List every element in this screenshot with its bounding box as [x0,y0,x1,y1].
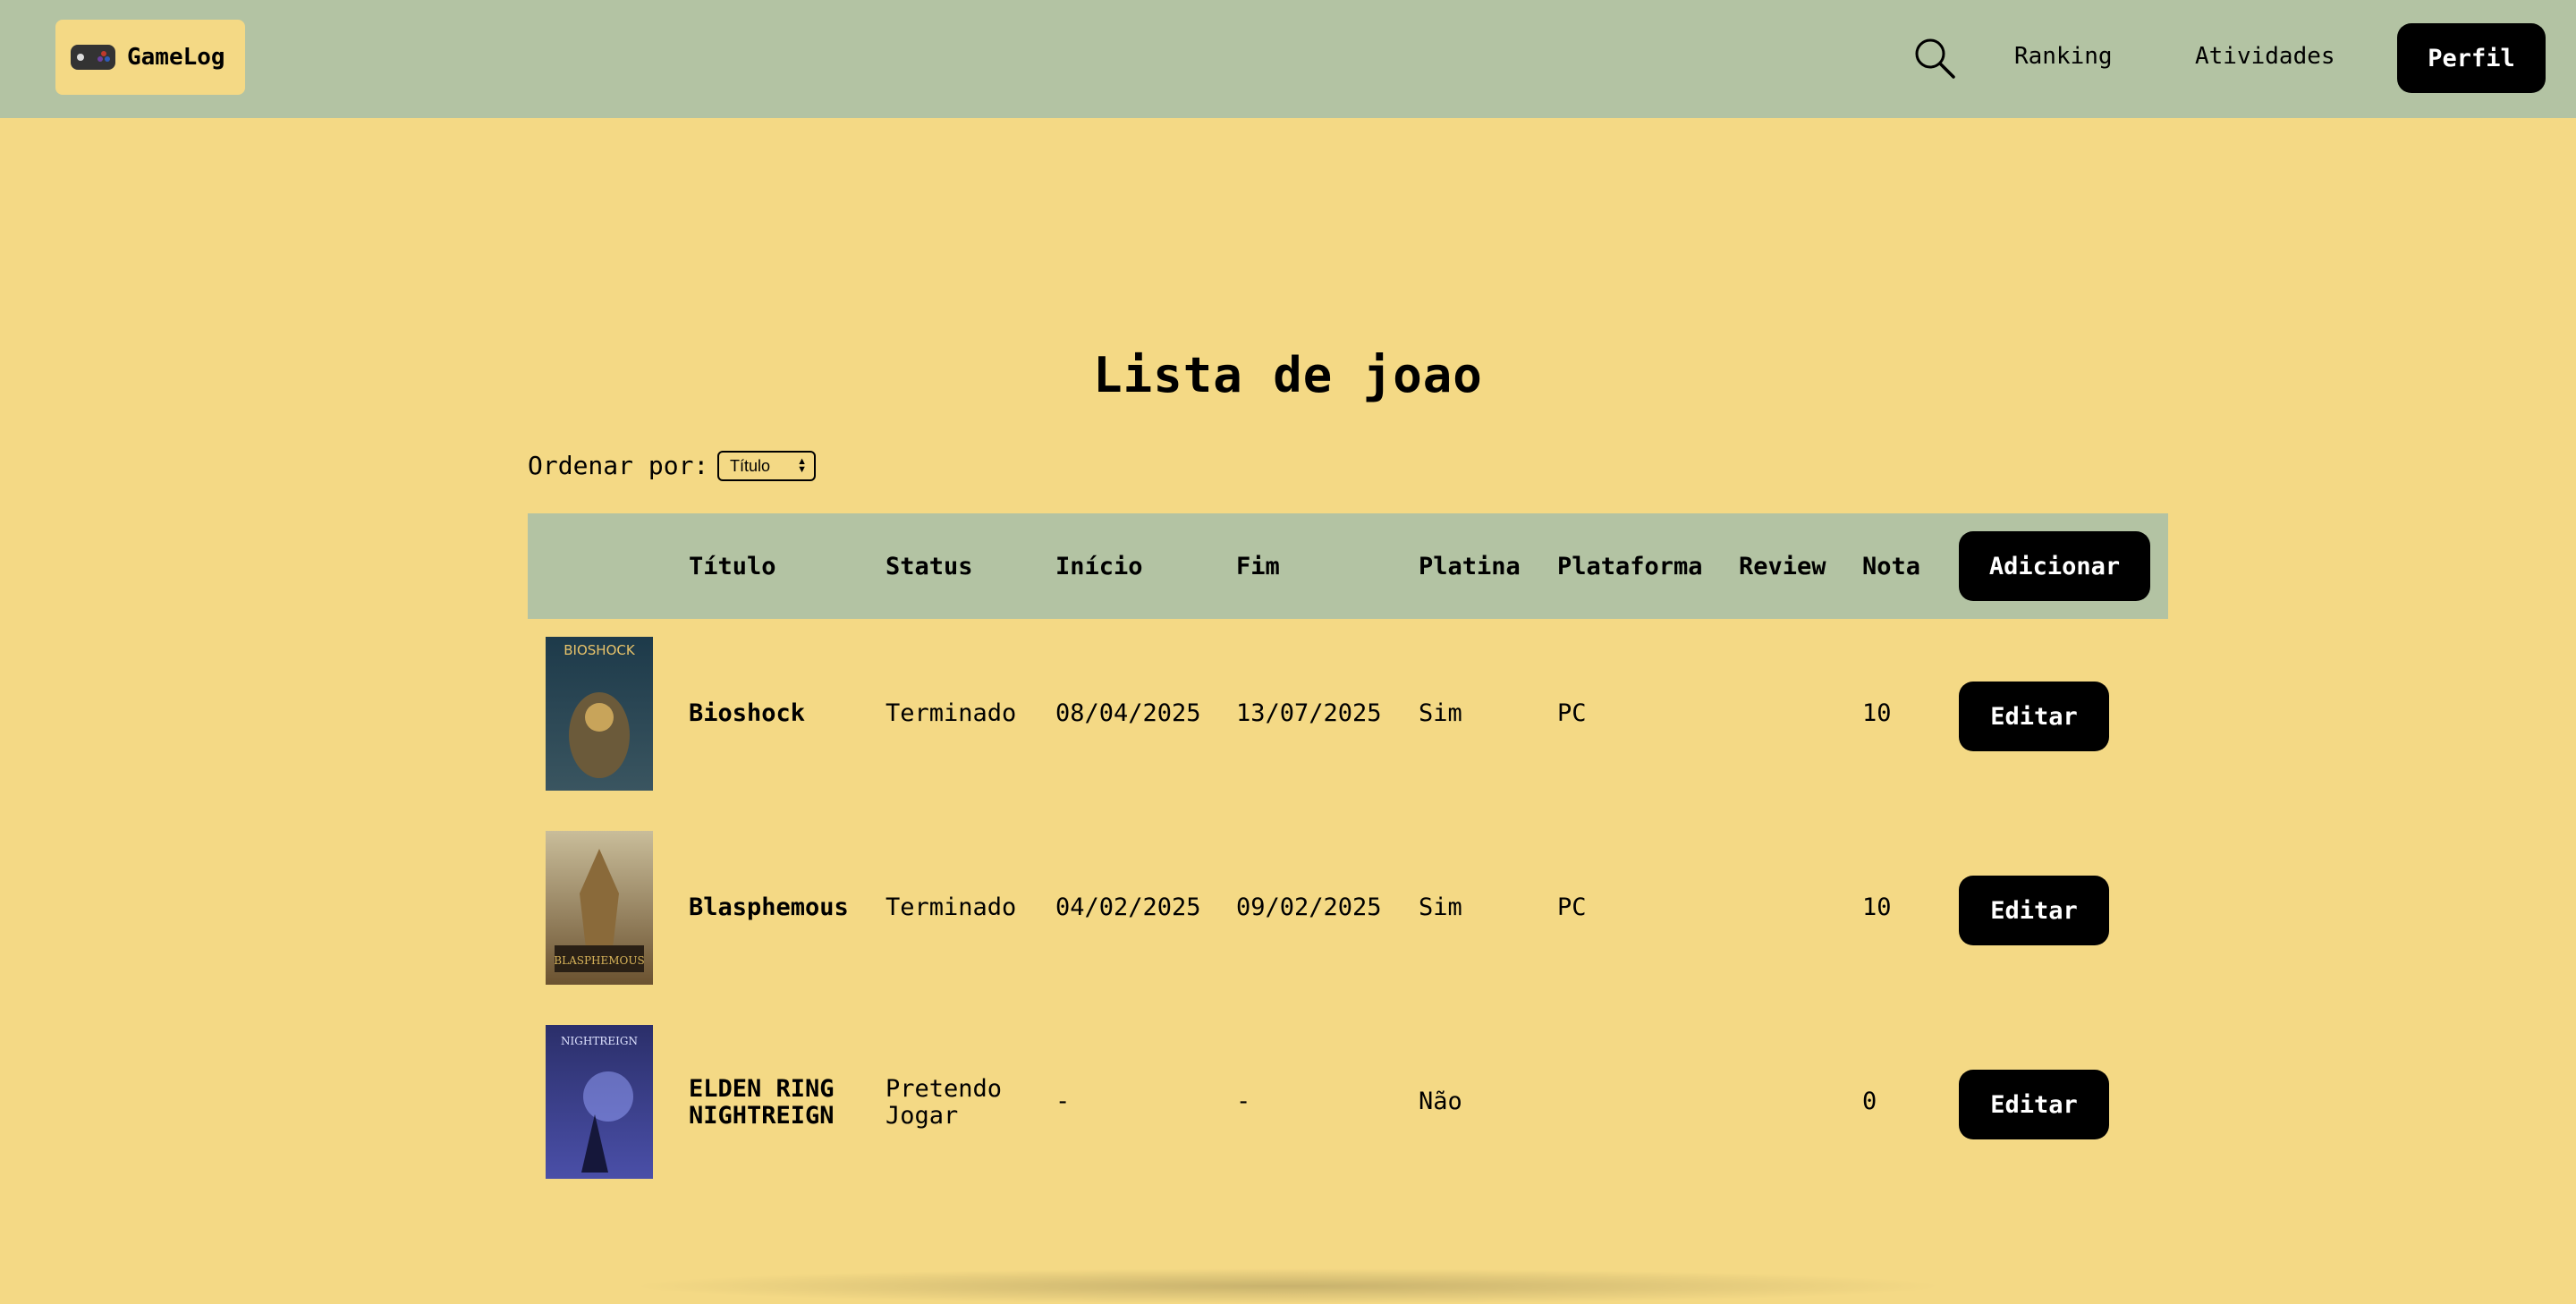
table-row: NIGHTREIGN ELDEN RING NIGHTREIGN Pretend… [528,1025,2168,1179]
nav-atividades-link[interactable]: Atividades [2195,43,2335,70]
column-header-platina: Platina [1419,553,1521,580]
nav-ranking-link[interactable]: Ranking [2014,43,2113,70]
table-row: BIOSHOCK Bioshock Terminado 08/04/2025 1… [528,637,2168,791]
game-start-date: - [1055,1088,1071,1115]
edit-button[interactable]: Editar [1959,1070,2109,1139]
logo[interactable]: GameLog [55,20,245,95]
column-header-review: Review [1739,553,1826,580]
game-cover-image: BIOSHOCK [546,637,653,791]
logo-text: GameLog [127,44,225,71]
game-platform: PC [1557,699,1587,727]
game-status-line2: Jogar [886,1102,959,1130]
game-end-date: - [1236,1088,1251,1115]
game-end-date: 13/07/2025 [1236,699,1382,727]
sort-label: Ordenar por: [528,451,709,480]
column-header-plataforma: Plataforma [1557,553,1703,580]
table-row: BLASPHEMOUS Blasphemous Terminado 04/02/… [528,831,2168,985]
game-platinum: Não [1419,1088,1462,1115]
column-header-status: Status [886,553,973,580]
game-cover-image: BLASPHEMOUS [546,831,653,985]
game-platinum: Sim [1419,699,1462,727]
game-status: Terminado [886,893,1017,921]
page-title: Lista de joao [1093,347,1483,403]
game-platform: PC [1557,893,1587,921]
add-game-button[interactable]: Adicionar [1959,531,2150,601]
game-start-date: 08/04/2025 [1055,699,1201,727]
edit-button[interactable]: Editar [1959,876,2109,945]
gamepad-icon [71,45,115,70]
profile-button[interactable]: Perfil [2397,23,2546,93]
game-title: ELDEN RING [689,1075,835,1103]
column-header-titulo: Título [689,553,776,580]
column-header-nota: Nota [1862,553,1921,580]
game-score: 10 [1862,699,1892,727]
top-navbar: GameLog Ranking Atividades Perfil [0,0,2576,118]
game-score: 10 [1862,893,1892,921]
svg-text:BLASPHEMOUS: BLASPHEMOUS [554,954,644,967]
select-arrows-icon: ▲ ▼ [797,456,807,475]
game-title: Blasphemous [689,893,849,921]
game-cover-image: NIGHTREIGN [546,1025,653,1179]
table-header: Título Status Início Fim Platina Platafo… [528,513,2168,619]
game-platinum: Sim [1419,893,1462,921]
game-status: Terminado [886,699,1017,727]
svg-text:BIOSHOCK: BIOSHOCK [564,642,636,658]
game-title: Bioshock [689,699,806,727]
game-start-date: 04/02/2025 [1055,893,1201,921]
footer-shadow [626,1268,1950,1304]
edit-button[interactable]: Editar [1959,682,2109,751]
game-title-line2: NIGHTREIGN [689,1102,835,1130]
search-icon[interactable] [1912,36,1957,80]
sort-select[interactable]: Título ▲ ▼ [717,451,816,481]
sort-select-value: Título [730,456,771,475]
game-score: 0 [1862,1088,1877,1115]
game-status: Pretendo [886,1075,1003,1103]
svg-text:NIGHTREIGN: NIGHTREIGN [561,1035,638,1047]
column-header-fim: Fim [1236,553,1280,580]
column-header-inicio: Início [1055,553,1143,580]
game-end-date: 09/02/2025 [1236,893,1382,921]
